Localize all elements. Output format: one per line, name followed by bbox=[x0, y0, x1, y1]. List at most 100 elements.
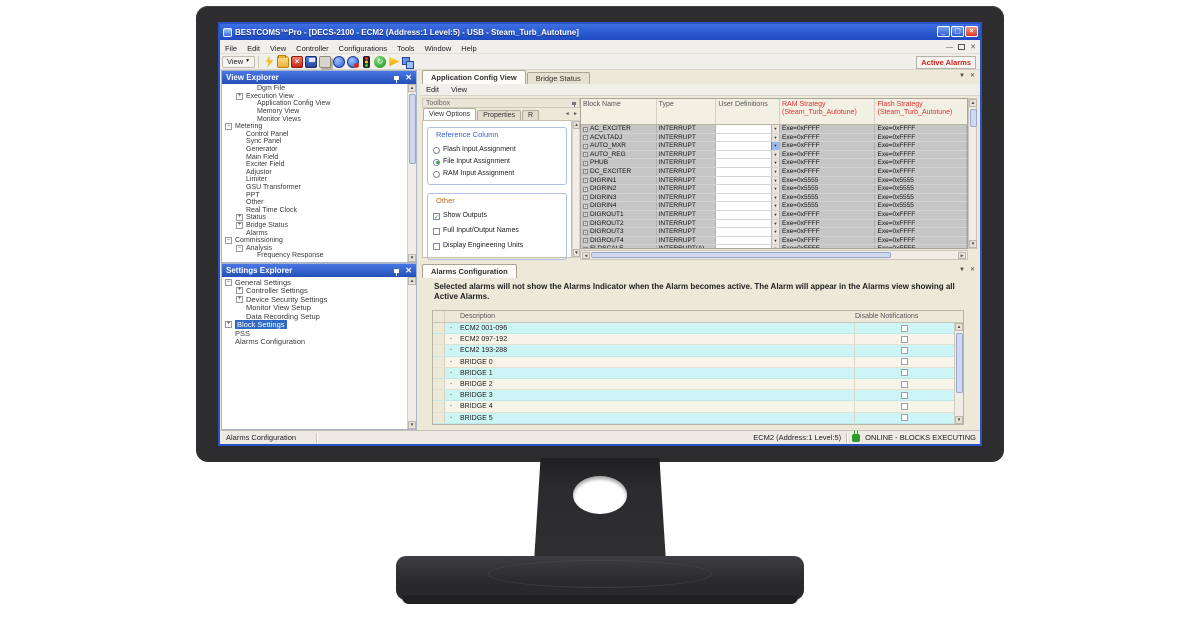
ram-strategy-cell[interactable]: Exe=0xFFFF bbox=[780, 245, 876, 248]
ram-strategy-cell[interactable]: Exe=0x5555 bbox=[780, 185, 876, 193]
row-expander-icon[interactable]: ▪ bbox=[445, 379, 457, 389]
block-name-cell[interactable]: +DIGROUT4 bbox=[581, 237, 657, 245]
radio-option[interactable]: Flash Input Assignment bbox=[433, 146, 562, 154]
user-definitions-cell[interactable]: ▼ bbox=[716, 228, 780, 236]
dropdown-arrow-icon[interactable]: ▼ bbox=[771, 185, 779, 193]
ram-strategy-cell[interactable]: Exe=0xFFFF bbox=[780, 151, 876, 159]
block-name-cell[interactable]: +AUTO_REG bbox=[581, 151, 657, 159]
column-header-type[interactable]: Type bbox=[657, 99, 717, 124]
flash-strategy-cell[interactable]: Exe=0xFFFF bbox=[875, 151, 967, 159]
disable-notification-cell[interactable] bbox=[854, 345, 954, 355]
radio-icon[interactable] bbox=[433, 147, 440, 154]
menu-item[interactable]: Help bbox=[456, 44, 481, 53]
user-definitions-cell[interactable]: ▼ bbox=[716, 168, 780, 176]
row-expander-icon[interactable]: ▪ bbox=[445, 401, 457, 411]
menu-item[interactable]: Tools bbox=[392, 44, 420, 53]
radio-option[interactable]: File Input Assignment bbox=[433, 158, 562, 166]
type-cell[interactable]: INTERRUPT bbox=[657, 211, 717, 219]
tree-item[interactable]: + Controller Settings bbox=[222, 287, 407, 296]
checkbox-icon[interactable] bbox=[433, 213, 440, 220]
user-definitions-cell[interactable]: ▼ bbox=[716, 151, 780, 159]
mdi-minimize-icon[interactable]: — bbox=[946, 44, 953, 51]
dropdown-arrow-icon[interactable]: ▼ bbox=[771, 134, 779, 142]
block-name-cell[interactable]: +AUTO_MXR bbox=[581, 142, 657, 150]
tree-item[interactable]: Adjustor bbox=[222, 169, 407, 177]
user-definitions-cell[interactable]: ▼ bbox=[716, 142, 780, 150]
alarms-configuration-tab[interactable]: Alarms Configuration bbox=[422, 264, 517, 278]
tree-item[interactable]: + Execution View bbox=[222, 93, 407, 101]
menu-item[interactable]: Configurations bbox=[334, 44, 392, 53]
disable-notifications-header[interactable]: Disable Notifications bbox=[855, 311, 955, 322]
DIGRIN2[interactable]: +DIGRIN2 INTERRUPT ▼ Exe=0x5555 Exe=0x55… bbox=[581, 185, 967, 194]
dropdown-arrow-icon[interactable]: ▼ bbox=[771, 228, 779, 236]
pin-icon[interactable] bbox=[394, 269, 399, 273]
type-cell[interactable]: INTERRUPT bbox=[657, 142, 717, 150]
checkbox-icon[interactable] bbox=[901, 325, 908, 332]
tree-item[interactable]: Real Time Clock bbox=[222, 207, 407, 215]
tree-item[interactable]: − General Settings bbox=[222, 278, 407, 287]
tab-scroll-arrows[interactable]: ◄ ► bbox=[565, 111, 579, 117]
tree-item[interactable]: + Device Security Settings bbox=[222, 295, 407, 304]
ram-strategy-cell[interactable]: Exe=0xFFFF bbox=[780, 237, 876, 245]
row-selector[interactable] bbox=[433, 413, 445, 423]
tree-item[interactable]: + Bridge Status bbox=[222, 222, 407, 230]
toolbox-tab[interactable]: R bbox=[522, 110, 539, 120]
ram-strategy-cell[interactable]: Exe=0x5555 bbox=[780, 177, 876, 185]
scroll-thumb[interactable] bbox=[970, 109, 977, 127]
dropdown-arrow-icon[interactable]: ▼ bbox=[771, 142, 779, 150]
disable-notification-cell[interactable] bbox=[854, 368, 954, 378]
tree-item[interactable]: Application Config View bbox=[222, 100, 407, 108]
column-header-block-name[interactable]: Block Name bbox=[581, 99, 657, 124]
tree-item[interactable]: Exciter Field bbox=[222, 161, 407, 169]
ram-strategy-cell[interactable]: Exe=0xFFFF bbox=[780, 142, 876, 150]
block-name-cell[interactable]: +DIGROUT3 bbox=[581, 228, 657, 236]
DIGRIN3[interactable]: +DIGRIN3 INTERRUPT ▼ Exe=0x5555 Exe=0x55… bbox=[581, 194, 967, 203]
row-selector[interactable] bbox=[433, 390, 445, 400]
DIGROUT3[interactable]: +DIGROUT3 INTERRUPT ▼ Exe=0xFFFF Exe=0xF… bbox=[581, 228, 967, 237]
row-selector[interactable] bbox=[433, 379, 445, 389]
flash-strategy-cell[interactable]: Exe=0xFFFF bbox=[875, 220, 967, 228]
ram-strategy-cell[interactable]: Exe=0xFFFF bbox=[780, 228, 876, 236]
open-file-icon[interactable] bbox=[277, 56, 289, 68]
alarm-row[interactable]: ▪ BRIDGE 2 bbox=[433, 379, 954, 390]
row-selector[interactable] bbox=[433, 401, 445, 411]
ACVLTADJ[interactable]: +ACVLTADJ INTERRUPT ▼ Exe=0xFFFF Exe=0xF… bbox=[581, 134, 967, 143]
dropdown-arrow-icon[interactable]: ▼ bbox=[771, 159, 779, 167]
block-name-cell[interactable]: +AC_EXCITER bbox=[581, 125, 657, 133]
toolbox-tab[interactable]: View Options bbox=[423, 108, 476, 120]
type-cell[interactable]: INTERRUPT bbox=[657, 134, 717, 142]
user-definitions-cell[interactable]: ▼ bbox=[716, 237, 780, 245]
row-expander-icon[interactable]: ▪ bbox=[445, 345, 457, 355]
close-icon[interactable]: ✕ bbox=[405, 267, 412, 275]
scroll-down-icon[interactable]: ▼ bbox=[955, 416, 963, 424]
expand-collapse-icon[interactable]: − bbox=[225, 123, 232, 130]
blocks-icon[interactable] bbox=[402, 56, 414, 68]
tree-item[interactable]: Control Panel bbox=[222, 131, 407, 139]
tree-item[interactable]: Generator bbox=[222, 146, 407, 154]
scroll-down-icon[interactable]: ▼ bbox=[408, 254, 416, 262]
block-name-cell[interactable]: +DC_EXCITER bbox=[581, 168, 657, 176]
block-name-cell[interactable]: +FLDSCALE bbox=[581, 245, 657, 248]
scroll-thumb[interactable] bbox=[591, 252, 891, 258]
scroll-down-icon[interactable]: ▼ bbox=[573, 249, 580, 257]
alarm-row[interactable]: ▪ BRIDGE 4 bbox=[433, 401, 954, 412]
scroll-up-icon[interactable]: ▲ bbox=[955, 323, 963, 331]
maximize-button[interactable]: ▢ bbox=[951, 26, 964, 37]
alarm-row[interactable]: ▪ BRIDGE 0 bbox=[433, 357, 954, 368]
type-cell[interactable]: INTERRUPT bbox=[657, 194, 717, 202]
settings-explorer-scrollbar[interactable]: ▲ ▼ bbox=[407, 277, 416, 429]
DIGRIN4[interactable]: +DIGRIN4 INTERRUPT ▼ Exe=0x5555 Exe=0x55… bbox=[581, 202, 967, 211]
flash-strategy-cell[interactable]: Exe=0x5555 bbox=[875, 202, 967, 210]
disable-notification-cell[interactable] bbox=[854, 323, 954, 333]
tree-item[interactable]: PSS bbox=[222, 329, 407, 338]
flash-strategy-cell[interactable]: Exe=0xFFFF bbox=[875, 211, 967, 219]
expand-collapse-icon[interactable]: + bbox=[225, 321, 232, 328]
close-icon[interactable]: ✕ bbox=[405, 74, 412, 82]
flash-strategy-cell[interactable]: Exe=0xFFFF bbox=[875, 168, 967, 176]
user-definitions-cell[interactable]: ▼ bbox=[716, 134, 780, 142]
scroll-up-icon[interactable]: ▲ bbox=[408, 84, 416, 92]
radio-icon[interactable] bbox=[433, 159, 440, 166]
close-file-icon[interactable]: × bbox=[291, 56, 303, 68]
tree-item[interactable]: Limiter bbox=[222, 176, 407, 184]
row-expander-icon[interactable]: ▪ bbox=[445, 357, 457, 367]
